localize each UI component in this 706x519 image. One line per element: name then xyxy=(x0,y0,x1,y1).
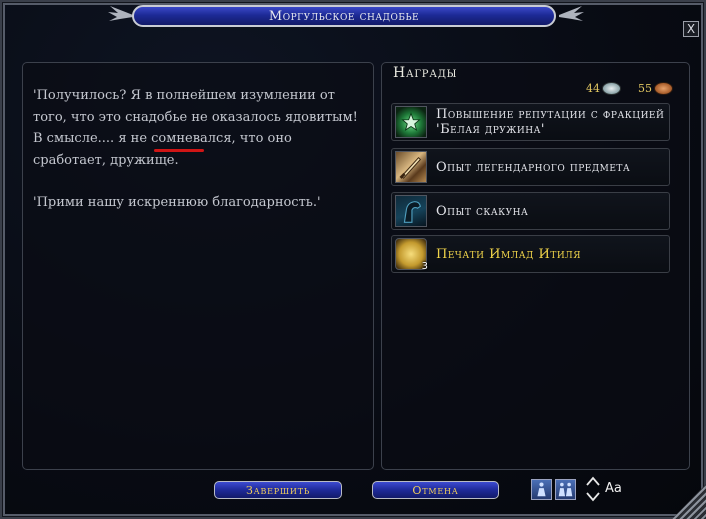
figure-single-icon[interactable] xyxy=(531,479,552,500)
legendary-item-icon xyxy=(395,151,427,183)
title-left-ornament-icon xyxy=(108,6,133,21)
reward-item[interactable]: Опыт скакуна xyxy=(391,192,670,230)
horse-head-icon xyxy=(403,201,422,223)
resize-grip[interactable] xyxy=(672,484,706,519)
close-button[interactable]: X xyxy=(683,21,699,37)
reward-label: Повышение репутации с фракцией 'Белая др… xyxy=(436,107,665,137)
silver-coin-icon xyxy=(602,82,621,95)
reward-item[interactable]: Повышение репутации с фракцией 'Белая др… xyxy=(391,103,670,141)
mount-icon xyxy=(395,195,427,227)
reward-item[interactable]: 3 Печати Имлад Итиля xyxy=(391,235,670,273)
copper-coin-icon xyxy=(654,82,673,95)
figure-group-icon[interactable] xyxy=(555,479,576,500)
title-right-ornament-icon xyxy=(559,6,584,21)
seal-count: 3 xyxy=(421,261,428,272)
faction-reputation-icon xyxy=(395,106,427,138)
reward-item[interactable]: Опыт легендарного предмета xyxy=(391,148,670,186)
reward-label: Печати Имлад Итиля xyxy=(436,246,581,262)
silver-money: 44 xyxy=(586,82,621,95)
finish-button[interactable]: Завершить xyxy=(214,481,342,499)
copper-amount: 55 xyxy=(638,82,652,95)
quest-text-paragraph: 'Прими нашу искреннюю благодарность.' xyxy=(33,195,321,210)
font-size-label[interactable]: Aa xyxy=(605,481,622,496)
red-underline-mark xyxy=(154,149,204,152)
person-icon xyxy=(537,482,546,497)
reward-label: Опыт скакуна xyxy=(436,203,529,219)
quest-text-panel: 'Получилось? Я в полнейшем изумлении от … xyxy=(22,62,374,470)
silver-amount: 44 xyxy=(586,82,600,95)
people-icon xyxy=(558,482,573,497)
reward-label: Опыт легендарного предмета xyxy=(436,159,631,175)
quest-text-paragraph: 'Получилось? Я в полнейшем изумлении от … xyxy=(33,88,358,168)
star-icon xyxy=(401,112,421,132)
rewards-panel: Награды 44 55 Повышение репутации с фрак… xyxy=(381,62,690,470)
cancel-button[interactable]: Отмена xyxy=(372,481,499,499)
copper-money: 55 xyxy=(638,82,673,95)
weapon-icon xyxy=(399,156,422,179)
font-size-arrows-icon[interactable] xyxy=(584,475,602,503)
quest-dialog-window: Моргульское снадобье X 'Получилось? Я в … xyxy=(0,0,706,519)
seal-coin-icon: 3 xyxy=(395,238,428,272)
window-title[interactable]: Моргульское снадобье xyxy=(132,5,556,27)
rewards-heading: Награды xyxy=(393,65,458,81)
